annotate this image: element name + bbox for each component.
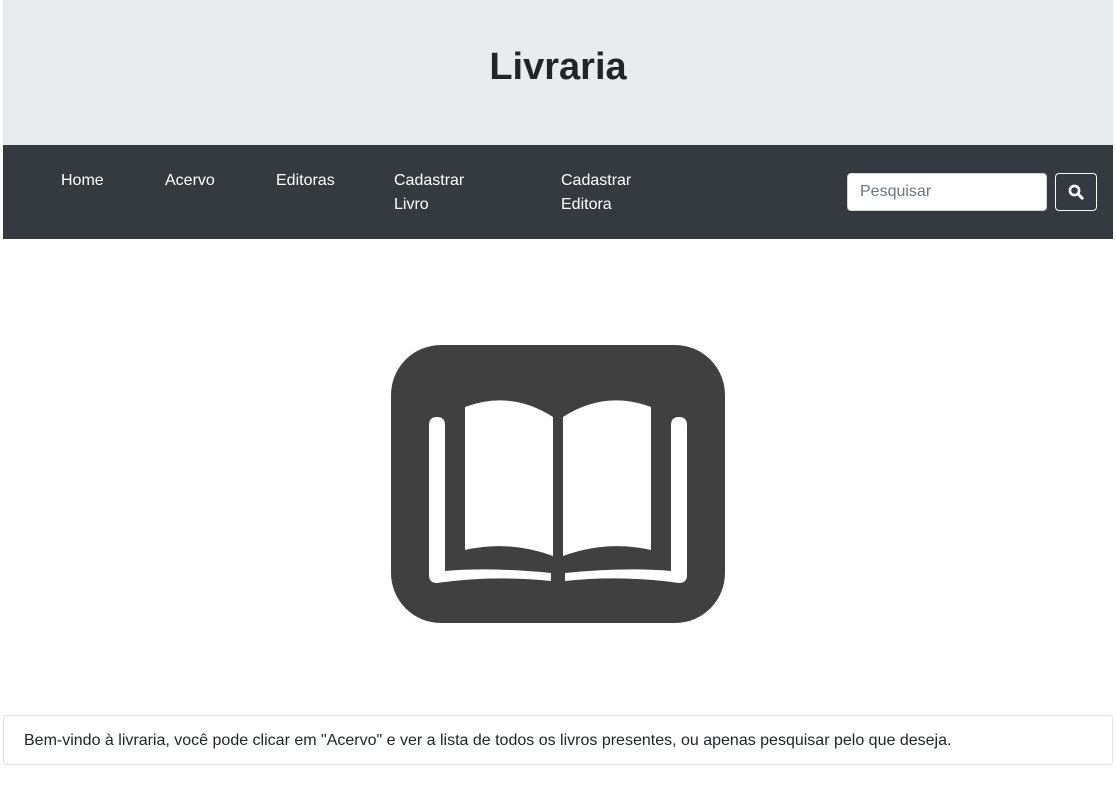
open-book-icon: [391, 345, 725, 623]
nav-link-cadastrar-editora[interactable]: Cadastrar Editora: [561, 169, 651, 217]
search-input[interactable]: [847, 173, 1047, 211]
nav-link-cadastrar-livro[interactable]: Cadastrar Livro: [394, 169, 484, 217]
site-title: Livraria: [489, 46, 627, 88]
search-icon: [1068, 184, 1084, 200]
welcome-card: Bem-vindo à livraria, você pode clicar e…: [3, 715, 1113, 765]
nav-link-editoras[interactable]: Editoras: [276, 169, 335, 193]
nav-link-acervo[interactable]: Acervo: [165, 169, 215, 193]
welcome-text: Bem-vindo à livraria, você pode clicar e…: [24, 732, 952, 749]
nav-link-home[interactable]: Home: [61, 169, 104, 193]
site-header: Livraria: [3, 0, 1113, 145]
page: Livraria Home Acervo Editoras Cadastrar …: [0, 0, 1116, 795]
search-button[interactable]: [1055, 173, 1097, 211]
navbar: Home Acervo Editoras Cadastrar Livro Cad…: [3, 145, 1113, 239]
